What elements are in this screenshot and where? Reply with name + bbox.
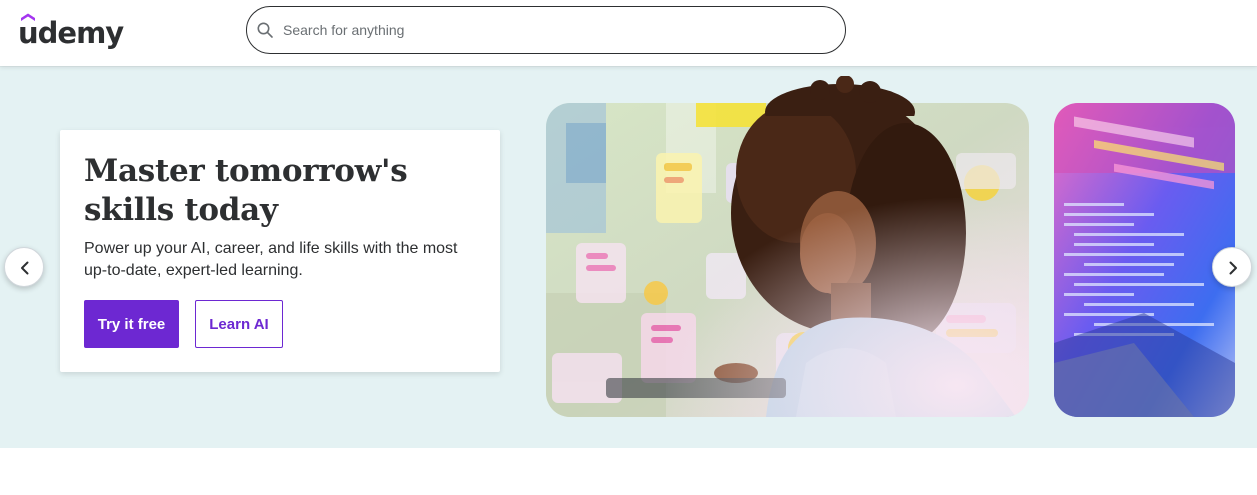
chevron-right-icon <box>1229 261 1237 275</box>
top-header: udemy <box>0 0 1257 66</box>
hero-image-code <box>1054 103 1235 417</box>
try-it-free-button[interactable]: Try it free <box>84 300 179 348</box>
chevron-left-icon <box>21 261 29 275</box>
hero-subtitle: Power up your AI, career, and life skill… <box>84 240 458 279</box>
logo-text: udemy <box>18 16 124 50</box>
hero-card: Master tomorrow's skills today Power up … <box>60 130 500 372</box>
hero-title: Master tomorrow's skills today <box>84 153 408 228</box>
carousel-next-button[interactable] <box>1212 247 1252 287</box>
learn-ai-button[interactable]: Learn AI <box>195 300 283 348</box>
search-input[interactable] <box>283 19 823 41</box>
hero-image-learner <box>546 103 1029 417</box>
hero-image-hair-overflow <box>765 76 915 116</box>
carousel-prev-button[interactable] <box>4 247 44 287</box>
search-icon[interactable] <box>256 21 274 39</box>
udemy-logo[interactable]: udemy <box>18 12 124 52</box>
hero-banner: Master tomorrow's skills today Power up … <box>0 66 1257 448</box>
search-bar[interactable] <box>246 6 846 54</box>
